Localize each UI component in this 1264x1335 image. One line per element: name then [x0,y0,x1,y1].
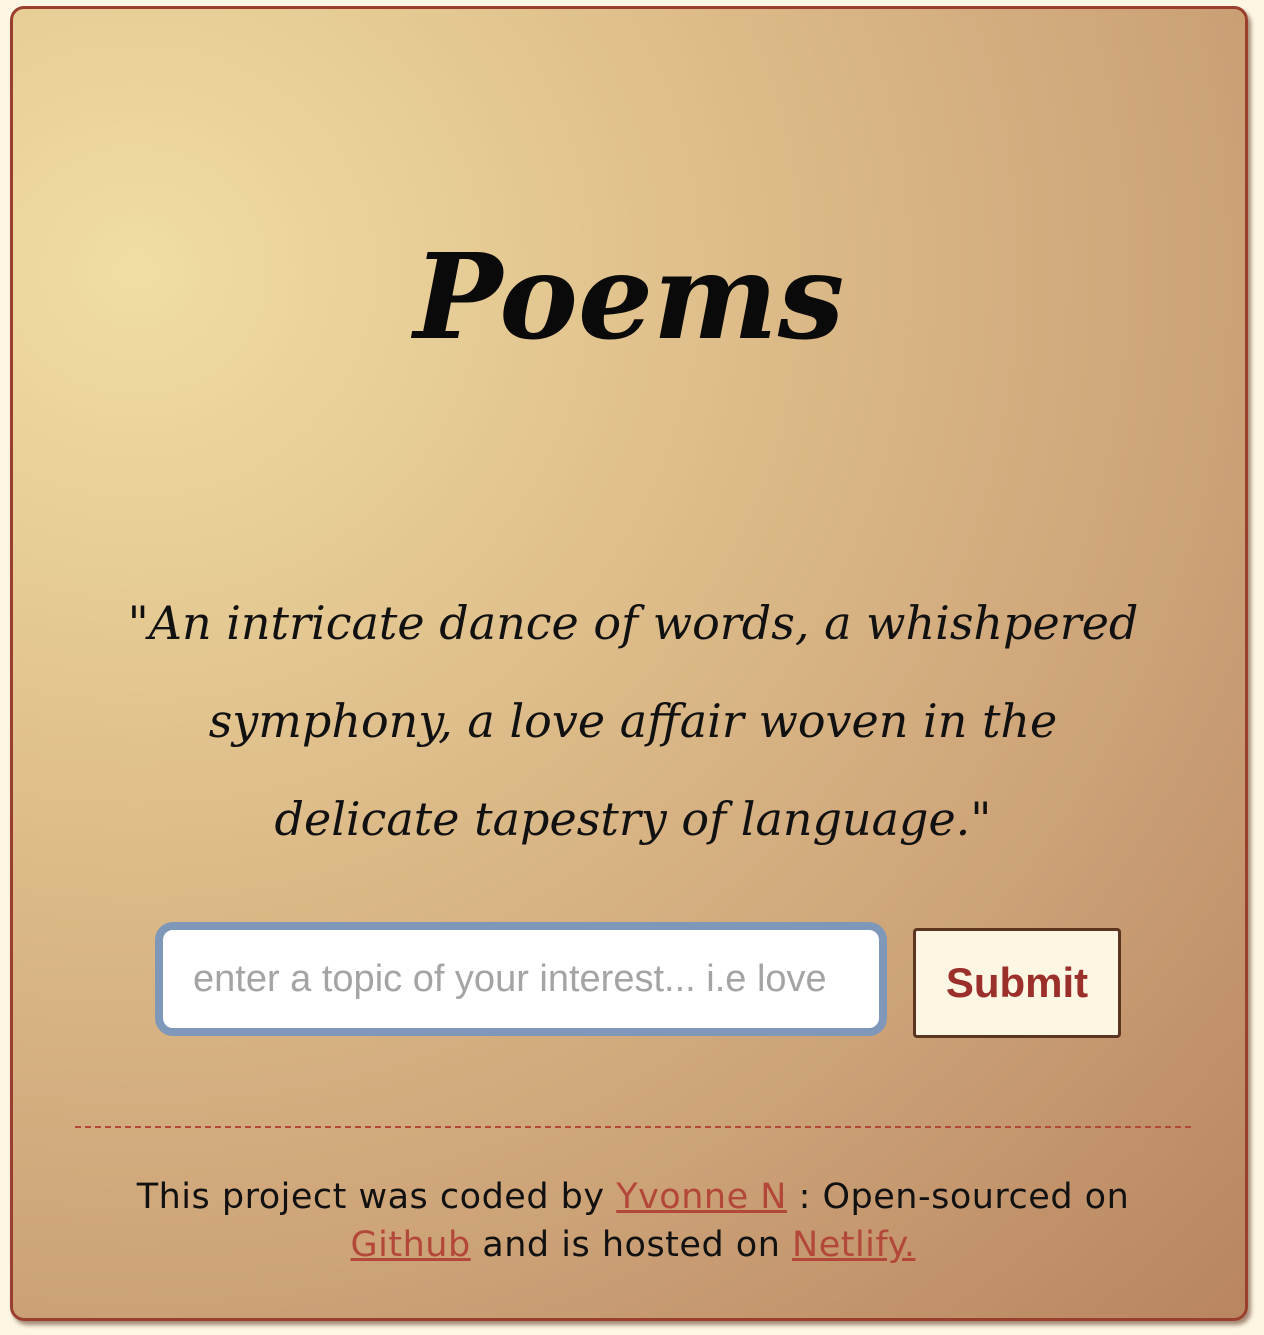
footer-text-credit: This project was coded by [136,1177,617,1217]
intro-quote: "An intricate dance of words, a whishper… [127,596,1139,846]
footer-text-open-source: : Open-sourced on [786,1177,1130,1217]
author-link[interactable]: Yvonne N [616,1177,787,1217]
github-link[interactable]: Github [351,1225,471,1265]
submit-button[interactable]: Submit [913,928,1121,1038]
footer-text-hosted: and is hosted on [470,1225,793,1265]
page-title: Poems [413,227,845,366]
footer-divider [75,1126,1191,1128]
netlify-link[interactable]: Netlify. [792,1225,915,1265]
footer: This project was coded by Yvonne N : Ope… [73,1173,1193,1269]
topic-search-input[interactable] [155,922,887,1036]
poem-generator-card: Poems "An intricate dance of words, a wh… [10,6,1248,1321]
topic-search-form: Submit [147,914,1121,1054]
